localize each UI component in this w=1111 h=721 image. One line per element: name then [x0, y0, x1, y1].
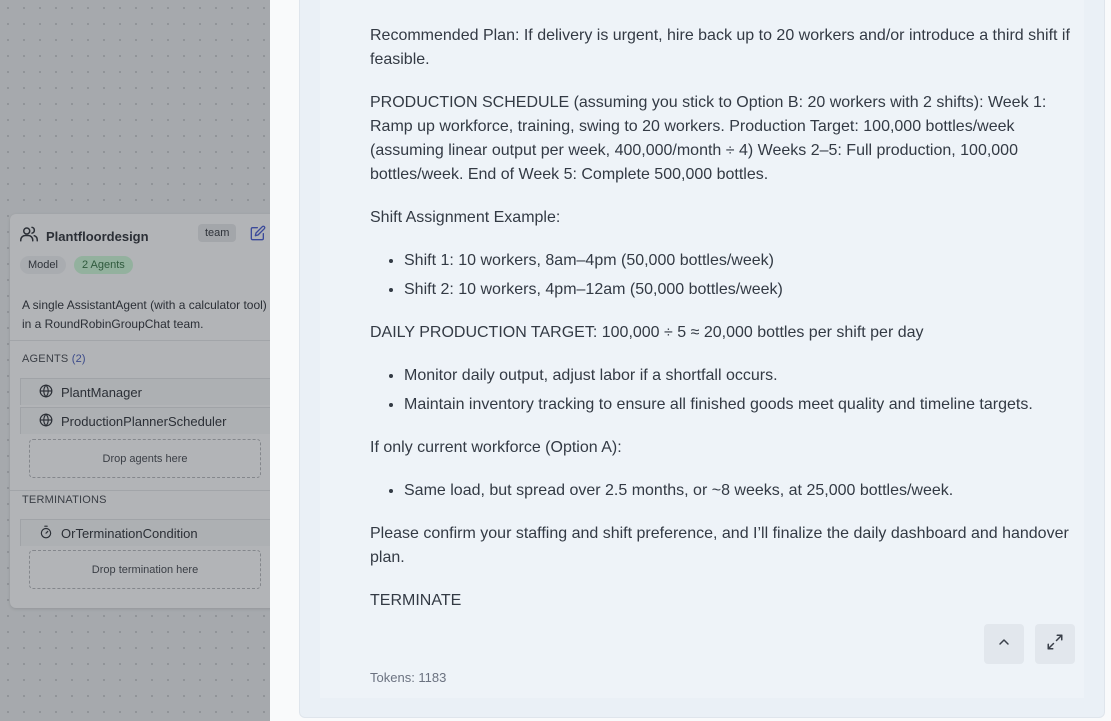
shift-list: Shift 1: 10 workers, 8am–4pm (50,000 bot… — [370, 249, 1072, 302]
message-viewport: … … …. ……, … Recommended Plan: If delive… — [270, 0, 1111, 721]
drop-termination-zone[interactable]: Drop termination here — [29, 550, 261, 589]
token-count: Tokens: 1183 — [370, 670, 447, 685]
daily-list: Monitor daily output, adjust labor if a … — [370, 364, 1072, 417]
team-node-header: Plantfloordesign — [20, 225, 149, 248]
agents-count: (2) — [71, 353, 86, 365]
timer-icon — [39, 525, 53, 542]
agents-count-chip: 2 Agents — [73, 256, 133, 274]
recommended-plan-text: Recommended Plan: If delivery is urgent,… — [370, 27, 1070, 68]
globe-icon — [39, 383, 53, 401]
terminations-section-label: TERMINATIONS — [22, 494, 107, 506]
terminate-text: TERMINATE — [370, 592, 462, 609]
agents-label-text: AGENTS — [22, 353, 69, 365]
canvas-background: Plantfloordesign team Model 2 Agents A s… — [0, 0, 270, 721]
drop-agents-zone[interactable]: Drop agents here — [29, 439, 261, 478]
option-a-list: Same load, but spread over 2.5 months, o… — [370, 479, 1072, 503]
collapse-button[interactable] — [984, 624, 1024, 664]
daily-target-text: DAILY PRODUCTION TARGET: 100,000 ÷ 5 ≈ 2… — [370, 324, 924, 341]
list-item: Shift 2: 10 workers, 4pm–12am (50,000 bo… — [404, 278, 1072, 302]
maximize-icon — [1046, 633, 1064, 656]
shift-example-heading: Shift Assignment Example: — [370, 209, 561, 226]
termination-name: OrTerminationCondition — [61, 525, 198, 541]
agent-name: ProductionPlannerScheduler — [61, 413, 227, 429]
option-a-heading: If only current workforce (Option A): — [370, 439, 622, 456]
model-chip: Model — [20, 256, 66, 274]
list-item: Monitor daily output, adjust labor if a … — [404, 364, 1072, 388]
agent-item-plantmanager[interactable]: PlantManager — [20, 378, 270, 405]
termination-item[interactable]: OrTerminationCondition — [20, 519, 270, 546]
agents-section-label: AGENTS (2) — [22, 353, 86, 365]
users-icon — [20, 225, 39, 248]
team-description: A single AssistantAgent (with a calculat… — [22, 298, 267, 331]
edit-icon[interactable] — [250, 225, 266, 246]
message-body: Recommended Plan: If delivery is urgent,… — [370, 24, 1072, 632]
list-item: Maintain inventory tracking to ensure al… — [404, 393, 1072, 417]
expand-button[interactable] — [1035, 624, 1075, 664]
confirm-text: Please confirm your staffing and shift p… — [370, 525, 1069, 566]
team-type-badge: team — [198, 224, 237, 242]
divider — [10, 490, 270, 491]
team-node-card[interactable]: Plantfloordesign team Model 2 Agents A s… — [10, 214, 270, 608]
production-schedule-text: PRODUCTION SCHEDULE (assuming you stick … — [370, 94, 1047, 183]
globe-icon — [39, 412, 53, 430]
team-title: Plantfloordesign — [46, 229, 149, 244]
cut-off-line: … … …. ……, … — [370, 0, 493, 4]
list-item: Shift 1: 10 workers, 8am–4pm (50,000 bot… — [404, 249, 1072, 273]
chevron-up-icon — [996, 634, 1012, 655]
agent-name: PlantManager — [61, 384, 142, 400]
divider — [10, 340, 270, 341]
agent-item-productionplannerscheduler[interactable]: ProductionPlannerScheduler — [20, 407, 270, 434]
list-item: Same load, but spread over 2.5 months, o… — [404, 479, 1072, 503]
